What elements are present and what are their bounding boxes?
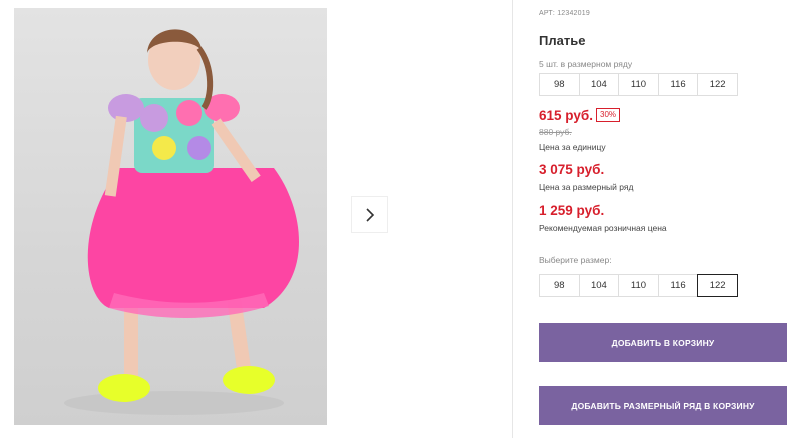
discount-badge: 30% [596,108,621,122]
size-range-122: 122 [697,73,738,96]
recommended-price: 1 259 руб. [539,203,605,218]
recommended-price-label: Рекомендуемая розничная цена [539,223,667,233]
product-photo[interactable] [14,8,327,425]
size-option-98[interactable]: 98 [539,274,580,297]
set-price: 3 075 руб. [539,162,605,177]
size-option-122[interactable]: 122 [697,274,738,297]
old-price: 880 руб. [539,127,572,137]
size-selector: 98 104 110 116 122 [539,274,738,297]
unit-price-label: Цена за единицу [539,142,606,152]
add-set-to-cart-button[interactable]: ДОБАВИТЬ РАЗМЕРНЫЙ РЯД В КОРЗИНУ [539,386,787,425]
size-option-110[interactable]: 110 [618,274,659,297]
panel-divider [512,0,513,438]
product-info-panel: АРТ: 12342019 Платье 5 шт. в размерном р… [539,0,794,438]
product-sku: АРТ: 12342019 [539,10,590,17]
set-quantity-note: 5 шт. в размерном ряду [539,59,633,69]
add-to-cart-button[interactable]: ДОБАВИТЬ В КОРЗИНУ [539,323,787,362]
size-range-104: 104 [578,73,620,96]
set-price-label: Цена за размерный ряд [539,182,634,192]
product-title: Платье [539,33,586,48]
size-range-110: 110 [618,73,659,96]
size-option-116[interactable]: 116 [657,274,699,297]
next-image-button[interactable] [351,196,388,233]
choose-size-label: Выберите размер: [539,255,612,265]
size-range-98: 98 [539,73,580,96]
product-gallery [0,0,512,438]
chevron-right-icon [365,207,374,222]
unit-price: 615 руб. [539,108,593,123]
girl-in-pink-dress-image [64,29,299,415]
size-range-116: 116 [657,73,699,96]
size-range-row: 98 104 110 116 122 [539,73,738,96]
size-option-104[interactable]: 104 [578,274,620,297]
